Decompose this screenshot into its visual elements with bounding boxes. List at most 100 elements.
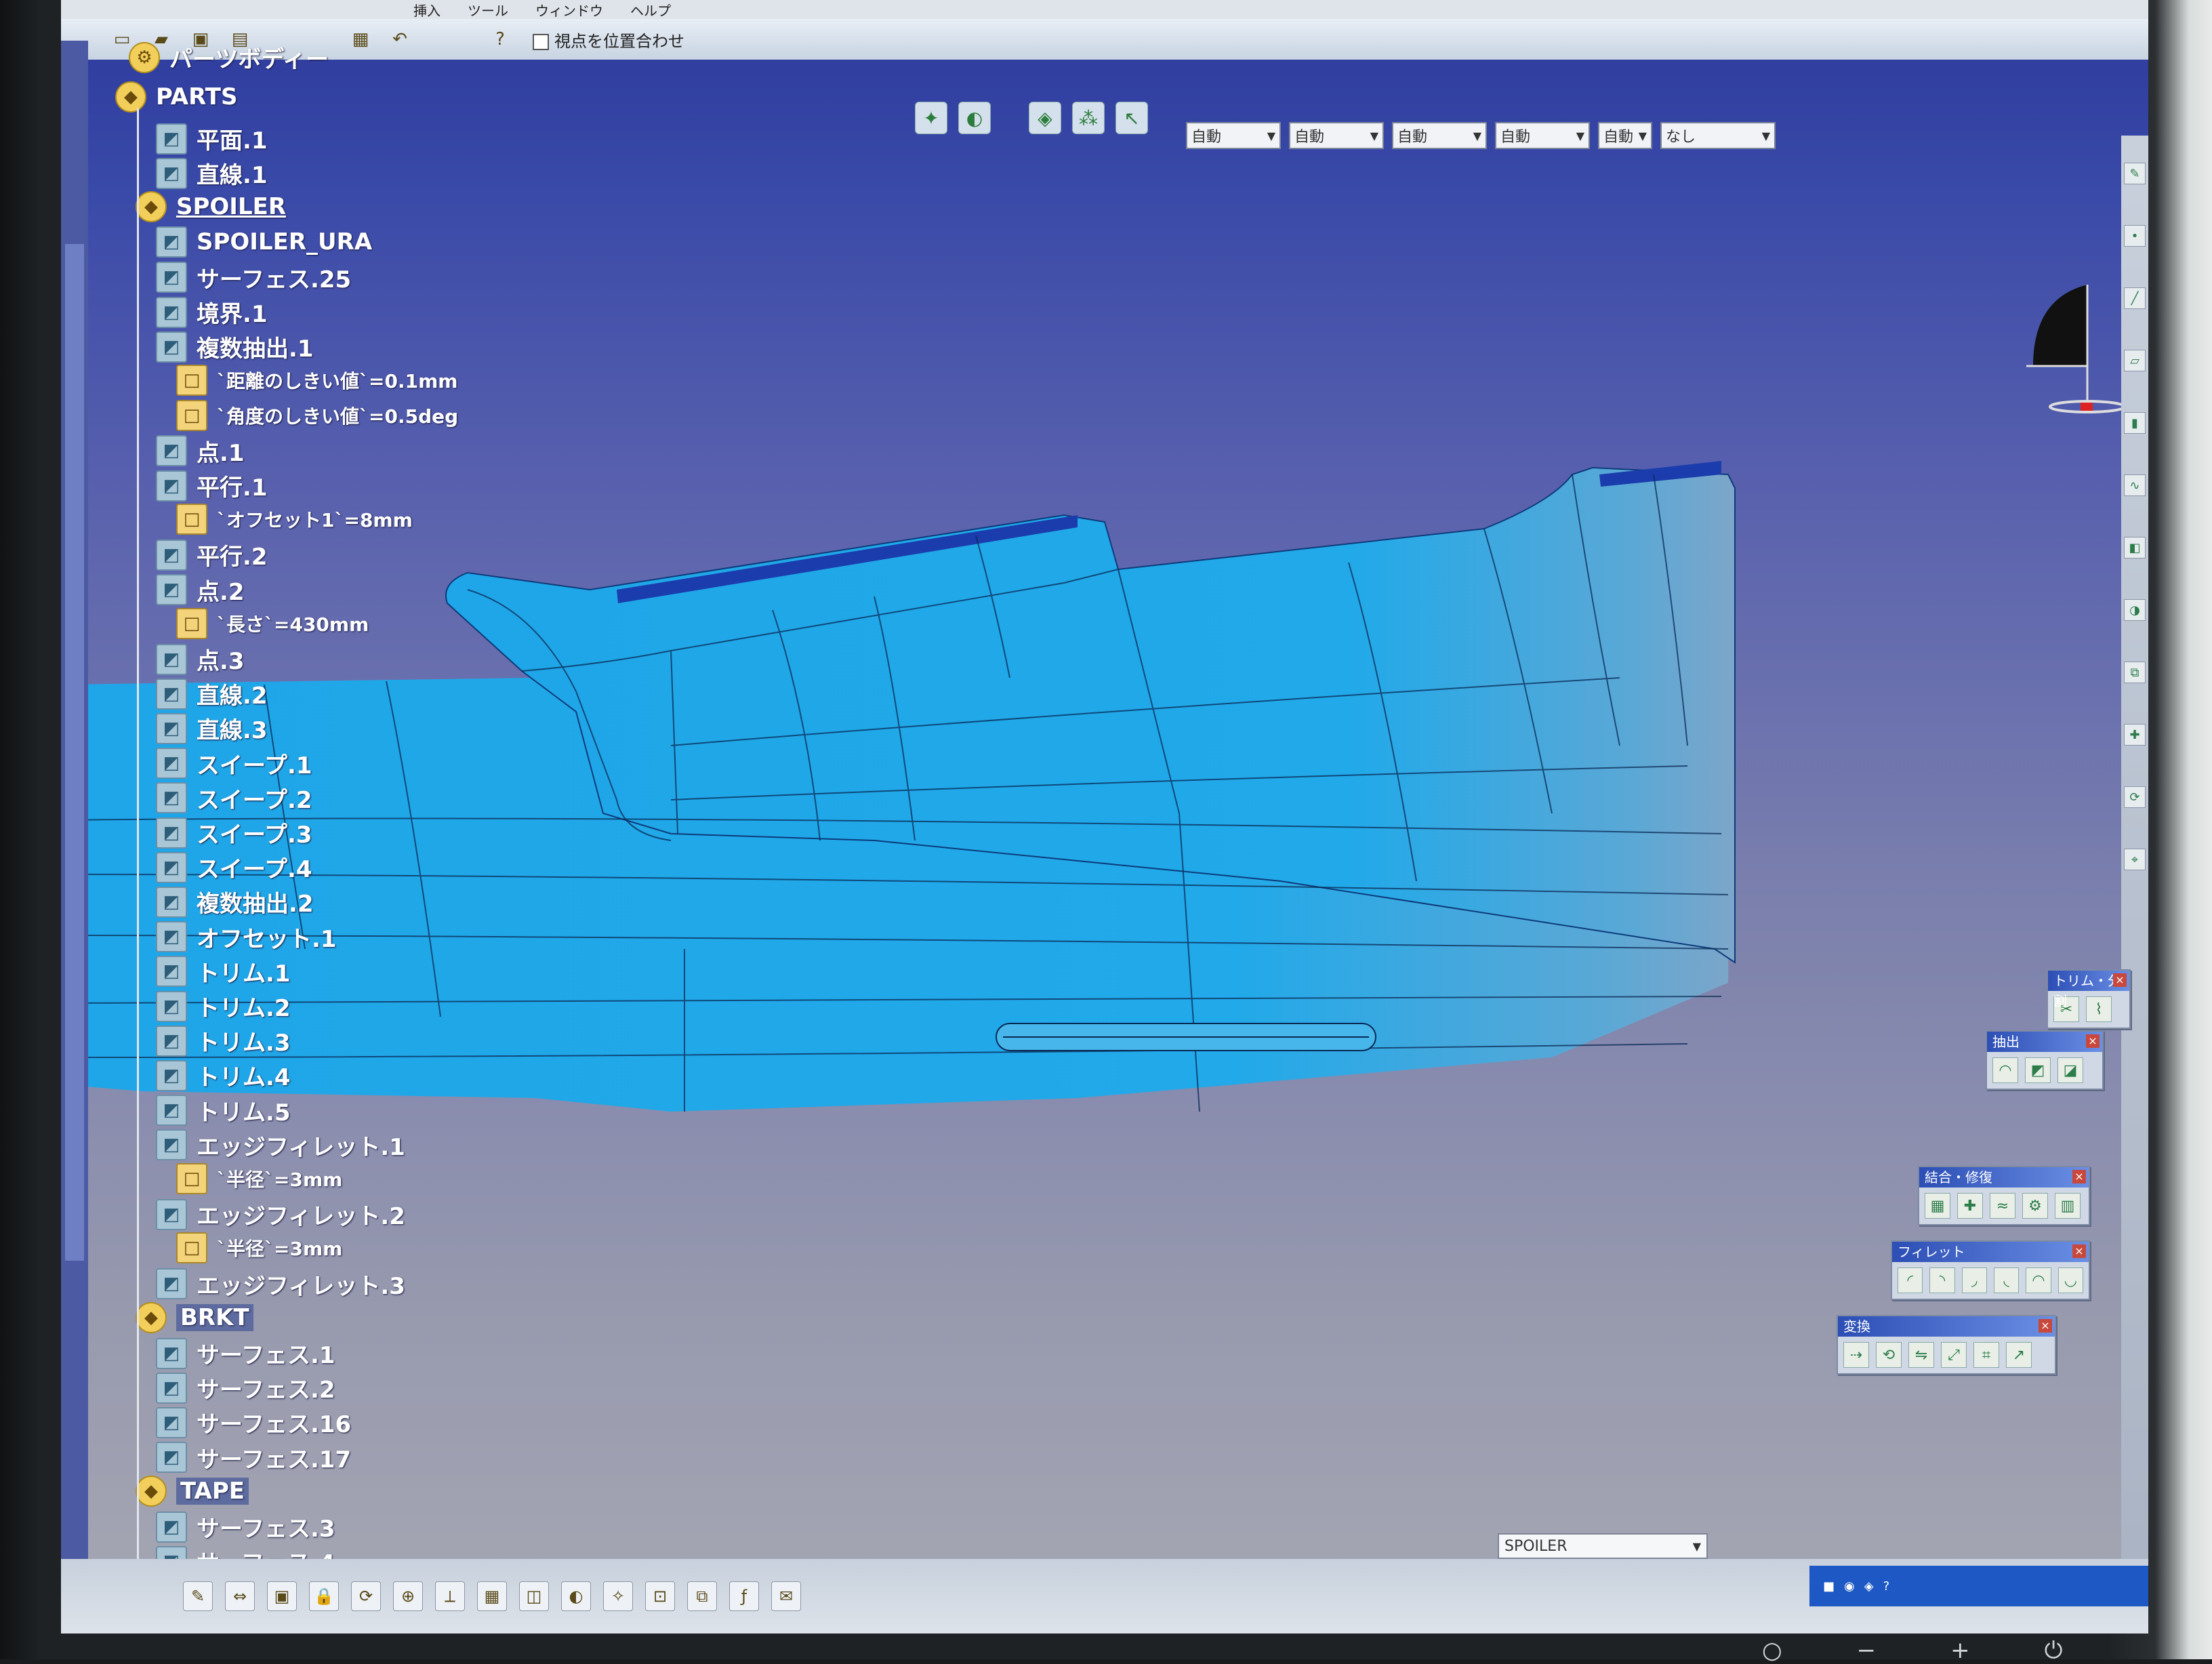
zoom-icon[interactable]: ⊕: [393, 1581, 423, 1611]
translate-icon[interactable]: ⇢: [1843, 1342, 1869, 1368]
trim-icon[interactable]: ⌇: [2086, 996, 2112, 1022]
fillet-toolbar[interactable]: フィレット × ◜ ◝ ◞ ◟ ◠ ◡: [1891, 1240, 2090, 1300]
lock-icon[interactable]: 🔒: [309, 1581, 339, 1611]
sweep-icon[interactable]: ∿: [2124, 474, 2146, 496]
tree-item[interactable]: ◩ サーフェス.1: [156, 1337, 335, 1370]
tree-item[interactable]: ◆ BRKT: [136, 1301, 253, 1333]
tritangent-fillet-icon[interactable]: ◡: [2057, 1267, 2083, 1293]
tree-item[interactable]: ◩ 平行.1: [156, 469, 268, 502]
join-icon[interactable]: ▦: [1925, 1193, 1950, 1219]
tree-item[interactable]: ◩ トリム.1: [156, 955, 291, 988]
heal-icon[interactable]: ✚: [1957, 1193, 1983, 1219]
comment-icon[interactable]: ✉: [771, 1581, 801, 1611]
tray-icon[interactable]: ◉: [1844, 1579, 1855, 1594]
tree-scrollbar[interactable]: [61, 41, 88, 1559]
tree-item[interactable]: ◩ 複数抽出.2: [156, 885, 314, 918]
face-fillet-icon[interactable]: ◠: [2026, 1267, 2051, 1293]
layer-icon[interactable]: ◫: [519, 1581, 549, 1611]
tree-item[interactable]: □ `角度のしきい値`=0.5deg: [176, 399, 458, 431]
ruler-icon[interactable]: ⇔: [225, 1581, 255, 1611]
tree-item[interactable]: ◩ サーフェス.17: [156, 1441, 351, 1474]
variable-fillet-icon[interactable]: ◞: [1961, 1267, 1987, 1293]
tree-item[interactable]: □ `半径`=3mm: [176, 1232, 342, 1264]
repeat-icon[interactable]: ⟳: [2124, 786, 2146, 808]
close-icon[interactable]: ×: [2072, 1244, 2086, 1258]
close-icon[interactable]: ×: [2072, 1170, 2086, 1183]
measure-icon[interactable]: ⌖: [2124, 849, 2146, 870]
rotate-view-icon[interactable]: ⟳: [351, 1581, 381, 1611]
tree-item[interactable]: □ `長さ`=430mm: [176, 607, 369, 639]
disassemble-icon[interactable]: ▥: [2055, 1193, 2081, 1219]
tree-item[interactable]: □ `距離のしきい値`=0.1mm: [176, 365, 457, 397]
snap-icon[interactable]: ▣: [267, 1581, 297, 1611]
tree-item[interactable]: ◩ サーフェス.16: [156, 1406, 351, 1439]
tree-item[interactable]: ◩ 直線.2: [156, 677, 268, 710]
blend-icon[interactable]: ◑: [2124, 599, 2146, 621]
fill-icon[interactable]: ◧: [2124, 537, 2146, 559]
join-heal-toolbar[interactable]: 結合・修復 × ▦ ✚ ≈ ⚙ ▥: [1918, 1166, 2090, 1225]
rotate-icon[interactable]: ⟲: [1876, 1342, 1902, 1368]
tree-scroll-thumb[interactable]: [65, 244, 84, 1261]
tree-item[interactable]: ◩ 点.2: [156, 573, 245, 607]
tree-item[interactable]: ◩ スイープ.4: [156, 851, 312, 884]
affinity-icon[interactable]: ⌗: [1973, 1342, 1999, 1368]
edge-fillet-icon[interactable]: ◝: [1929, 1267, 1955, 1293]
help-tray-icon[interactable]: ?: [1883, 1579, 1890, 1594]
tree-item[interactable]: ◩ 境界.1: [156, 296, 268, 329]
hide-show-icon[interactable]: ◐: [561, 1581, 591, 1611]
tree-root[interactable]: ⚙ パーツボディー: [129, 41, 329, 74]
offset-icon[interactable]: ⧉: [2124, 662, 2146, 683]
sketch-icon[interactable]: ✎: [2124, 163, 2146, 184]
tree-item[interactable]: ◩ スイープ.2: [156, 782, 312, 815]
extract-icon[interactable]: ◩: [2025, 1057, 2051, 1083]
tree-item[interactable]: ◩ エッジフィレット.2: [156, 1198, 405, 1231]
sketcher-icon[interactable]: ✎: [183, 1581, 213, 1611]
axis-icon[interactable]: ✚: [2124, 724, 2146, 746]
menu-button-icon[interactable]: ○: [1762, 1637, 1782, 1664]
close-icon[interactable]: ×: [2086, 1034, 2100, 1048]
chordal-fillet-icon[interactable]: ◟: [1993, 1267, 2020, 1293]
tree-item[interactable]: ◩ 直線.3: [156, 712, 268, 745]
tree-item[interactable]: ◩ サーフェス.3: [156, 1510, 335, 1543]
smooth-icon[interactable]: ≈: [1990, 1193, 2015, 1219]
formula-icon[interactable]: ƒ: [729, 1581, 759, 1611]
tree-item[interactable]: ◩ スイープ.1: [156, 747, 312, 780]
plus-button-icon[interactable]: +: [1950, 1637, 1970, 1664]
tree-item[interactable]: ◩ SPOILER_URA: [156, 226, 372, 258]
tree-item[interactable]: ◩ エッジフィレット.1: [156, 1129, 405, 1162]
point-icon[interactable]: •: [2124, 225, 2146, 247]
symmetry-icon[interactable]: ⇋: [1908, 1342, 1934, 1368]
scale-icon[interactable]: ⤢: [1941, 1342, 1967, 1368]
tree-item[interactable]: ◩ 平行.2: [156, 538, 268, 571]
tree-item[interactable]: ◩ 複数抽出.1: [156, 330, 314, 363]
tree-item[interactable]: ◆ SPOILER: [136, 191, 286, 223]
grid-icon[interactable]: ▦: [477, 1581, 507, 1611]
close-icon[interactable]: ×: [2113, 973, 2127, 987]
tree-item[interactable]: ◆ TAPE: [136, 1475, 249, 1507]
minus-button-icon[interactable]: −: [1857, 1637, 1877, 1664]
tree-item[interactable]: ◩ トリム.4: [156, 1059, 291, 1092]
tree-item[interactable]: ◩ サーフェス.2: [156, 1371, 335, 1404]
extrude-icon[interactable]: ▮: [2124, 412, 2146, 434]
shape-fillet-icon[interactable]: ◜: [1898, 1267, 1923, 1293]
tree-item[interactable]: ◩ トリム.5: [156, 1094, 291, 1127]
multi-view-icon[interactable]: ⧉: [687, 1581, 717, 1611]
tree-item[interactable]: ◩ 平面.1: [156, 122, 268, 155]
tree-parts[interactable]: ◆ PARTS: [115, 81, 237, 113]
tree-item[interactable]: ◩ オフセット.1: [156, 920, 337, 954]
normal-view-icon[interactable]: ⊡: [645, 1581, 675, 1611]
line-icon[interactable]: ╱: [2124, 287, 2146, 309]
tree-item[interactable]: ◩ 直線.1: [156, 157, 268, 190]
tree-item[interactable]: ◩ エッジフィレット.3: [156, 1267, 405, 1301]
tree-item[interactable]: □ `半径`=3mm: [176, 1163, 342, 1194]
current-body-field[interactable]: SPOILER ▼: [1498, 1533, 1708, 1559]
close-icon[interactable]: ×: [2039, 1319, 2052, 1333]
transform-toolbar[interactable]: 変換 × ⇢ ⟲ ⇋ ⤢ ⌗ ↗: [1837, 1315, 2056, 1375]
render-icon[interactable]: ✧: [603, 1581, 633, 1611]
boundary-icon[interactable]: ◠: [1992, 1057, 2018, 1083]
plane-icon[interactable]: ▱: [2124, 350, 2146, 371]
tree-item[interactable]: ◩ 点.1: [156, 434, 245, 468]
multi-extract-icon[interactable]: ◪: [2057, 1057, 2083, 1083]
extract-toolbar[interactable]: 抽出 × ◠ ◩ ◪: [1986, 1030, 2104, 1090]
tree-item[interactable]: ◩ 点.3: [156, 643, 245, 676]
